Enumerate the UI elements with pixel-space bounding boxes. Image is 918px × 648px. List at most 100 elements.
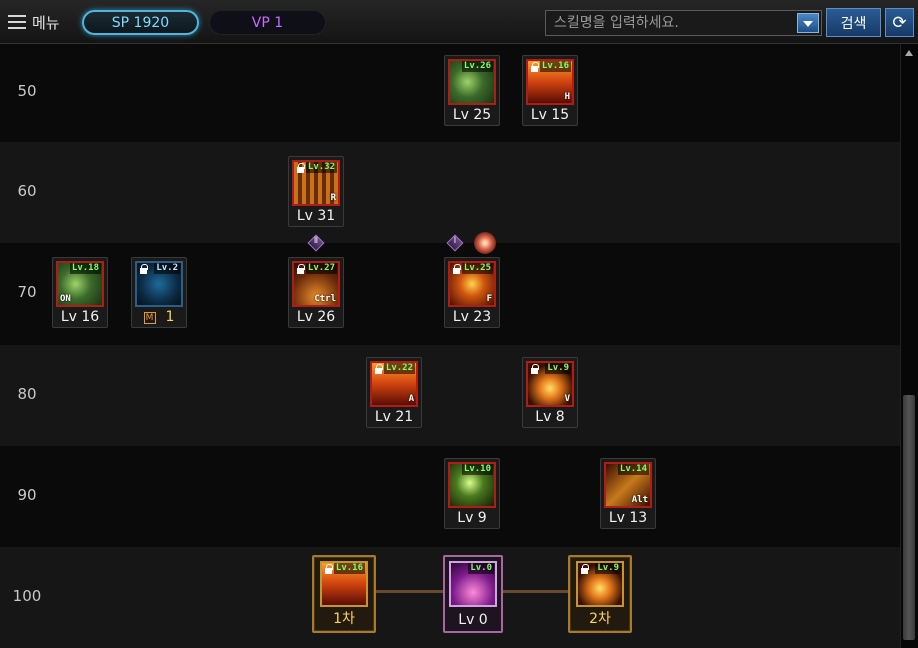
row-label: 80 [17, 385, 37, 403]
skill-slot[interactable]: Lv.32 R Lv 31 [288, 156, 344, 227]
row-label: 70 [17, 283, 37, 301]
skill-level-tag: Lv.14 [617, 464, 649, 475]
skill-slot-awakening[interactable]: Lv.0 Lv 0 [443, 555, 503, 633]
refresh-icon: ⟳ [892, 12, 907, 33]
sp-counter: SP 1920 [82, 10, 199, 35]
skill-level-tag: Lv.10 [461, 464, 493, 475]
skill-icon: Lv.18 ON [56, 261, 104, 307]
tier-marker-text: Ⅰ [453, 236, 457, 246]
skill-level-tag: Lv.22 [383, 363, 415, 374]
lock-icon [296, 264, 305, 274]
skill-icon: Lv.27 Ctrl [292, 261, 340, 307]
row-label: 100 [12, 587, 42, 605]
skill-level: Lv 16 [60, 309, 100, 325]
skill-icon: Lv.14 Alt [604, 462, 652, 508]
skill-level: Lv 0 [458, 612, 488, 628]
row-label: 50 [17, 82, 37, 100]
skill-slot[interactable]: Lv.16 H Lv 15 [522, 55, 578, 126]
chevron-down-icon[interactable] [797, 13, 819, 33]
skill-icon: Lv.0 [449, 561, 497, 607]
skill-icon: Lv.9 V [526, 361, 574, 407]
search-box [545, 10, 822, 36]
skill-level-tag: Lv.16 [539, 61, 571, 72]
row-label: 60 [17, 182, 37, 200]
skill-level: Lv 31 [296, 208, 336, 224]
tier-marker-text: Ⅱ [313, 236, 319, 246]
top-bar: 메뉴 SP 1920 VP 1 검색 ⟳ [0, 0, 918, 44]
skill-level: Lv 21 [374, 409, 414, 425]
lock-icon [530, 364, 539, 374]
skill-icon: Lv.2 [135, 261, 183, 307]
refresh-button[interactable]: ⟳ [885, 8, 914, 37]
skill-hotkey: A [408, 394, 414, 404]
skill-level-tag: Lv.16 [333, 563, 365, 574]
skill-hotkey: Ctrl [314, 294, 336, 304]
skill-hotkey: R [330, 193, 336, 203]
skill-slot[interactable]: Lv.25 F Lv 23 [444, 257, 500, 328]
swirl-icon [474, 232, 496, 254]
search-input[interactable] [546, 11, 794, 35]
skill-slot-first-job[interactable]: Lv.16 1차 [312, 555, 376, 633]
skill-slot-second-job[interactable]: Lv.9 2차 [568, 555, 632, 633]
skill-slot[interactable]: Lv.26 Lv 25 [444, 55, 500, 126]
skill-slot[interactable]: Lv.2 M1 [131, 257, 187, 328]
skill-level: Lv 9 [457, 510, 487, 526]
skill-hotkey: H [564, 92, 570, 102]
skill-icon: Lv.26 [448, 59, 496, 105]
scrollbar-thumb[interactable] [903, 395, 915, 640]
skill-slot[interactable]: Lv.9 V Lv 8 [522, 357, 578, 428]
skill-level: Lv 8 [535, 409, 565, 425]
lock-icon [296, 163, 305, 173]
lock-icon [139, 264, 148, 274]
mastery-mark: M [143, 312, 156, 324]
skill-level-tag: Lv.26 [461, 61, 493, 72]
menu-button[interactable]: 메뉴 [8, 10, 60, 34]
skill-level-tag: Lv.25 [461, 263, 493, 274]
skill-level: Lv 23 [452, 309, 492, 325]
skill-level: Lv 15 [530, 107, 570, 123]
skill-icon: Lv.16 H [526, 59, 574, 105]
skill-tree: 50 60 70 80 90 100 Ⅱ Ⅰ Lv.26 Lv 25 Lv.16… [0, 44, 900, 648]
skill-level: 1차 [333, 611, 355, 627]
mastery-level: 1 [165, 309, 175, 325]
skill-icon: Lv.10 [448, 462, 496, 508]
skill-level-tag: Lv.27 [305, 263, 337, 274]
skill-level-tag: Lv.18 [69, 263, 101, 274]
tier-marker: Ⅰ [446, 234, 464, 252]
skill-slot[interactable]: Lv.27 Ctrl Lv 26 [288, 257, 344, 328]
row-label: 90 [17, 486, 37, 504]
menu-label: 메뉴 [32, 13, 60, 32]
skill-level-tag: Lv.2 [154, 263, 180, 274]
lock-icon [530, 62, 539, 72]
skill-toggle-state: ON [60, 294, 71, 304]
skill-slot[interactable]: Lv.14 Alt Lv 13 [600, 458, 656, 529]
tier-marker: Ⅱ [307, 234, 325, 252]
skill-level: Lv 26 [296, 309, 336, 325]
skill-level-tag: Lv.0 [468, 563, 494, 574]
skill-level-tag: Lv.9 [545, 363, 571, 374]
skill-slot[interactable]: Lv.10 Lv 9 [444, 458, 500, 529]
skill-level-tag: Lv.32 [305, 162, 337, 173]
scroll-up-icon[interactable] [904, 47, 914, 59]
lock-icon [580, 564, 589, 574]
skill-connector [376, 590, 444, 593]
skill-icon: Lv.32 R [292, 160, 340, 206]
skill-hotkey: V [564, 394, 570, 404]
skill-icon: Lv.16 [320, 561, 368, 607]
skill-hotkey: Alt [631, 495, 648, 505]
skill-icon: Lv.22 A [370, 361, 418, 407]
skill-icon: Lv.25 F [448, 261, 496, 307]
lock-icon [324, 564, 333, 574]
skill-level: M1 [131, 309, 187, 325]
row-level-80: 80 [0, 345, 900, 446]
skill-slot[interactable]: Lv.22 A Lv 21 [366, 357, 422, 428]
row-level-60: 60 [0, 142, 900, 243]
skill-connector [502, 590, 570, 593]
skill-level: Lv 13 [608, 510, 648, 526]
skill-level: Lv 25 [452, 107, 492, 123]
skill-slot[interactable]: Lv.18 ON Lv 16 [52, 257, 108, 328]
hamburger-icon [8, 15, 26, 29]
lock-icon [452, 264, 461, 274]
skill-hotkey: F [486, 294, 492, 304]
search-button[interactable]: 검색 [826, 8, 881, 37]
